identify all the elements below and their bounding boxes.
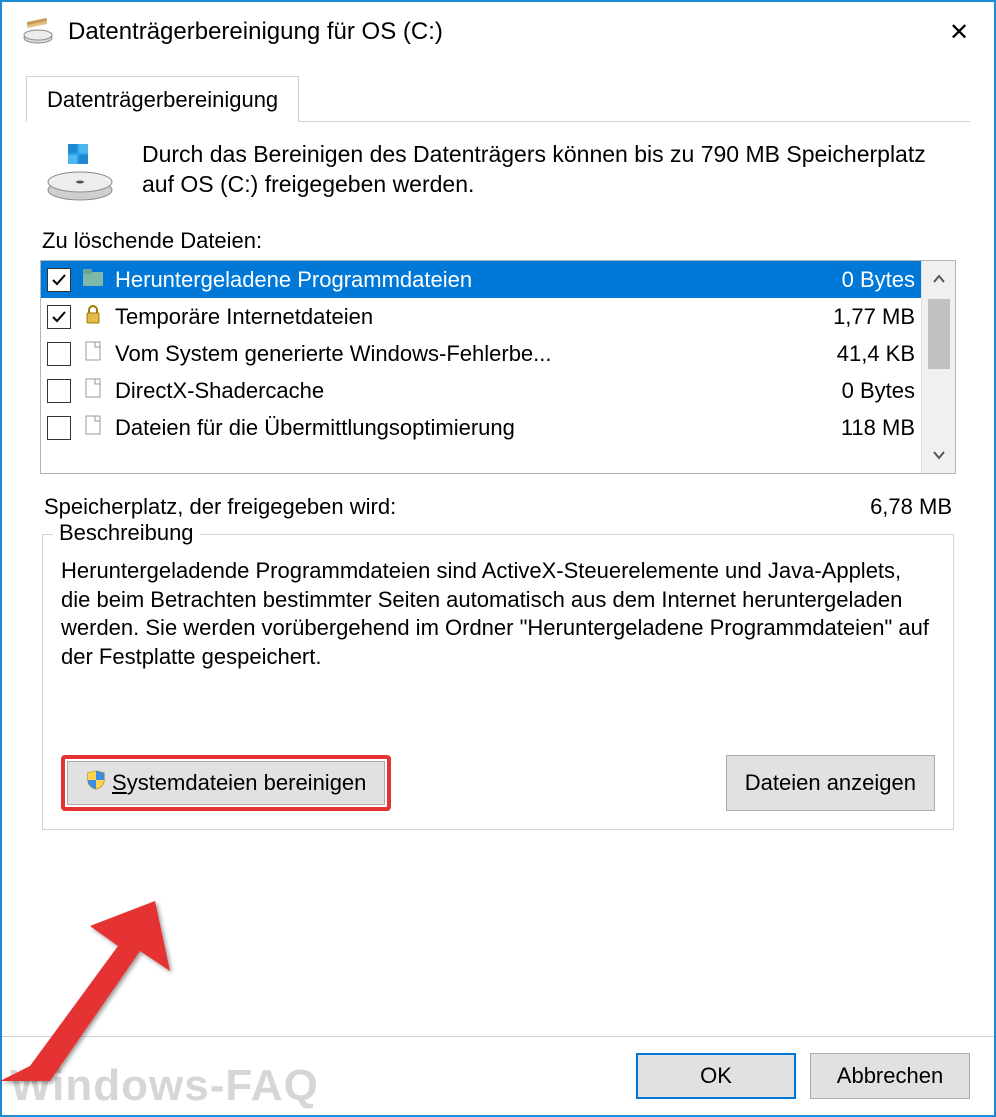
scroll-up-icon[interactable] [922,261,955,297]
checkbox[interactable] [47,379,71,403]
dialog-footer: OK Abbrechen [2,1036,994,1115]
checkbox[interactable] [47,416,71,440]
list-item[interactable]: Vom System generierte Windows-Fehlerbe..… [41,335,921,372]
disk-drive-icon [44,140,116,204]
list-item[interactable]: Dateien für die Übermittlungsoptimierung… [41,409,921,446]
window-title: Datenträgerbereinigung für OS (C:) [68,18,443,46]
list-item-size: 0 Bytes [842,378,915,404]
checkbox[interactable] [47,342,71,366]
scroll-thumb[interactable] [928,299,950,369]
list-item-label: DirectX-Shadercache [115,378,832,404]
file-icon [81,339,107,369]
description-text: Heruntergeladende Programmdateien sind A… [61,557,935,727]
files-to-delete-label: Zu löschende Dateien: [42,228,956,254]
lock-icon [81,302,107,332]
checkbox[interactable] [47,268,71,292]
cancel-button[interactable]: Abbrechen [810,1053,970,1099]
list-item-label: Temporäre Internetdateien [115,304,823,330]
list-item-size: 41,4 KB [837,341,915,367]
titlebar: Datenträgerbereinigung für OS (C:) ✕ [2,2,994,62]
shield-icon [86,770,106,796]
files-listbox[interactable]: Heruntergeladene Programmdateien 0 Bytes T… [40,260,956,474]
intro-text: Durch das Bereinigen des Datenträgers kö… [142,140,956,200]
description-groupbox: Beschreibung Heruntergeladende Programmd… [42,534,954,830]
list-item-size: 118 MB [841,415,915,441]
view-files-button[interactable]: Dateien anzeigen [726,755,935,811]
folder-icon [81,265,107,295]
free-space-value: 6,78 MB [870,494,952,520]
list-item[interactable]: DirectX-Shadercache 0 Bytes [41,372,921,409]
disk-cleanup-window: Datenträgerbereinigung für OS (C:) ✕ Dat… [0,0,996,1117]
list-item-size: 1,77 MB [833,304,915,330]
ok-button[interactable]: OK [636,1053,796,1099]
tab-strip: Datenträgerbereinigung [26,76,970,122]
list-item-label: Vom System generierte Windows-Fehlerbe..… [115,341,827,367]
list-item[interactable]: Heruntergeladene Programmdateien 0 Bytes [41,261,921,298]
disk-cleanup-icon [22,18,54,46]
file-icon [81,376,107,406]
scroll-down-icon[interactable] [922,437,955,473]
free-space-label: Speicherplatz, der freigegeben wird: [44,494,870,520]
list-item-size: 0 Bytes [842,267,915,293]
file-icon [81,413,107,443]
clean-system-files-label: Systemdateien bereinigen [112,770,366,796]
checkbox[interactable] [47,305,71,329]
close-icon[interactable]: ✕ [940,18,978,47]
scrollbar[interactable] [921,261,955,473]
list-item-label: Heruntergeladene Programmdateien [115,267,832,293]
tab-disk-cleanup[interactable]: Datenträgerbereinigung [26,76,299,122]
list-item-label: Dateien für die Übermittlungsoptimierung [115,415,831,441]
annotation-highlight: Systemdateien bereinigen [61,755,391,811]
clean-system-files-button[interactable]: Systemdateien bereinigen [67,761,385,805]
description-title: Beschreibung [53,520,200,546]
list-item[interactable]: Temporäre Internetdateien 1,77 MB [41,298,921,335]
